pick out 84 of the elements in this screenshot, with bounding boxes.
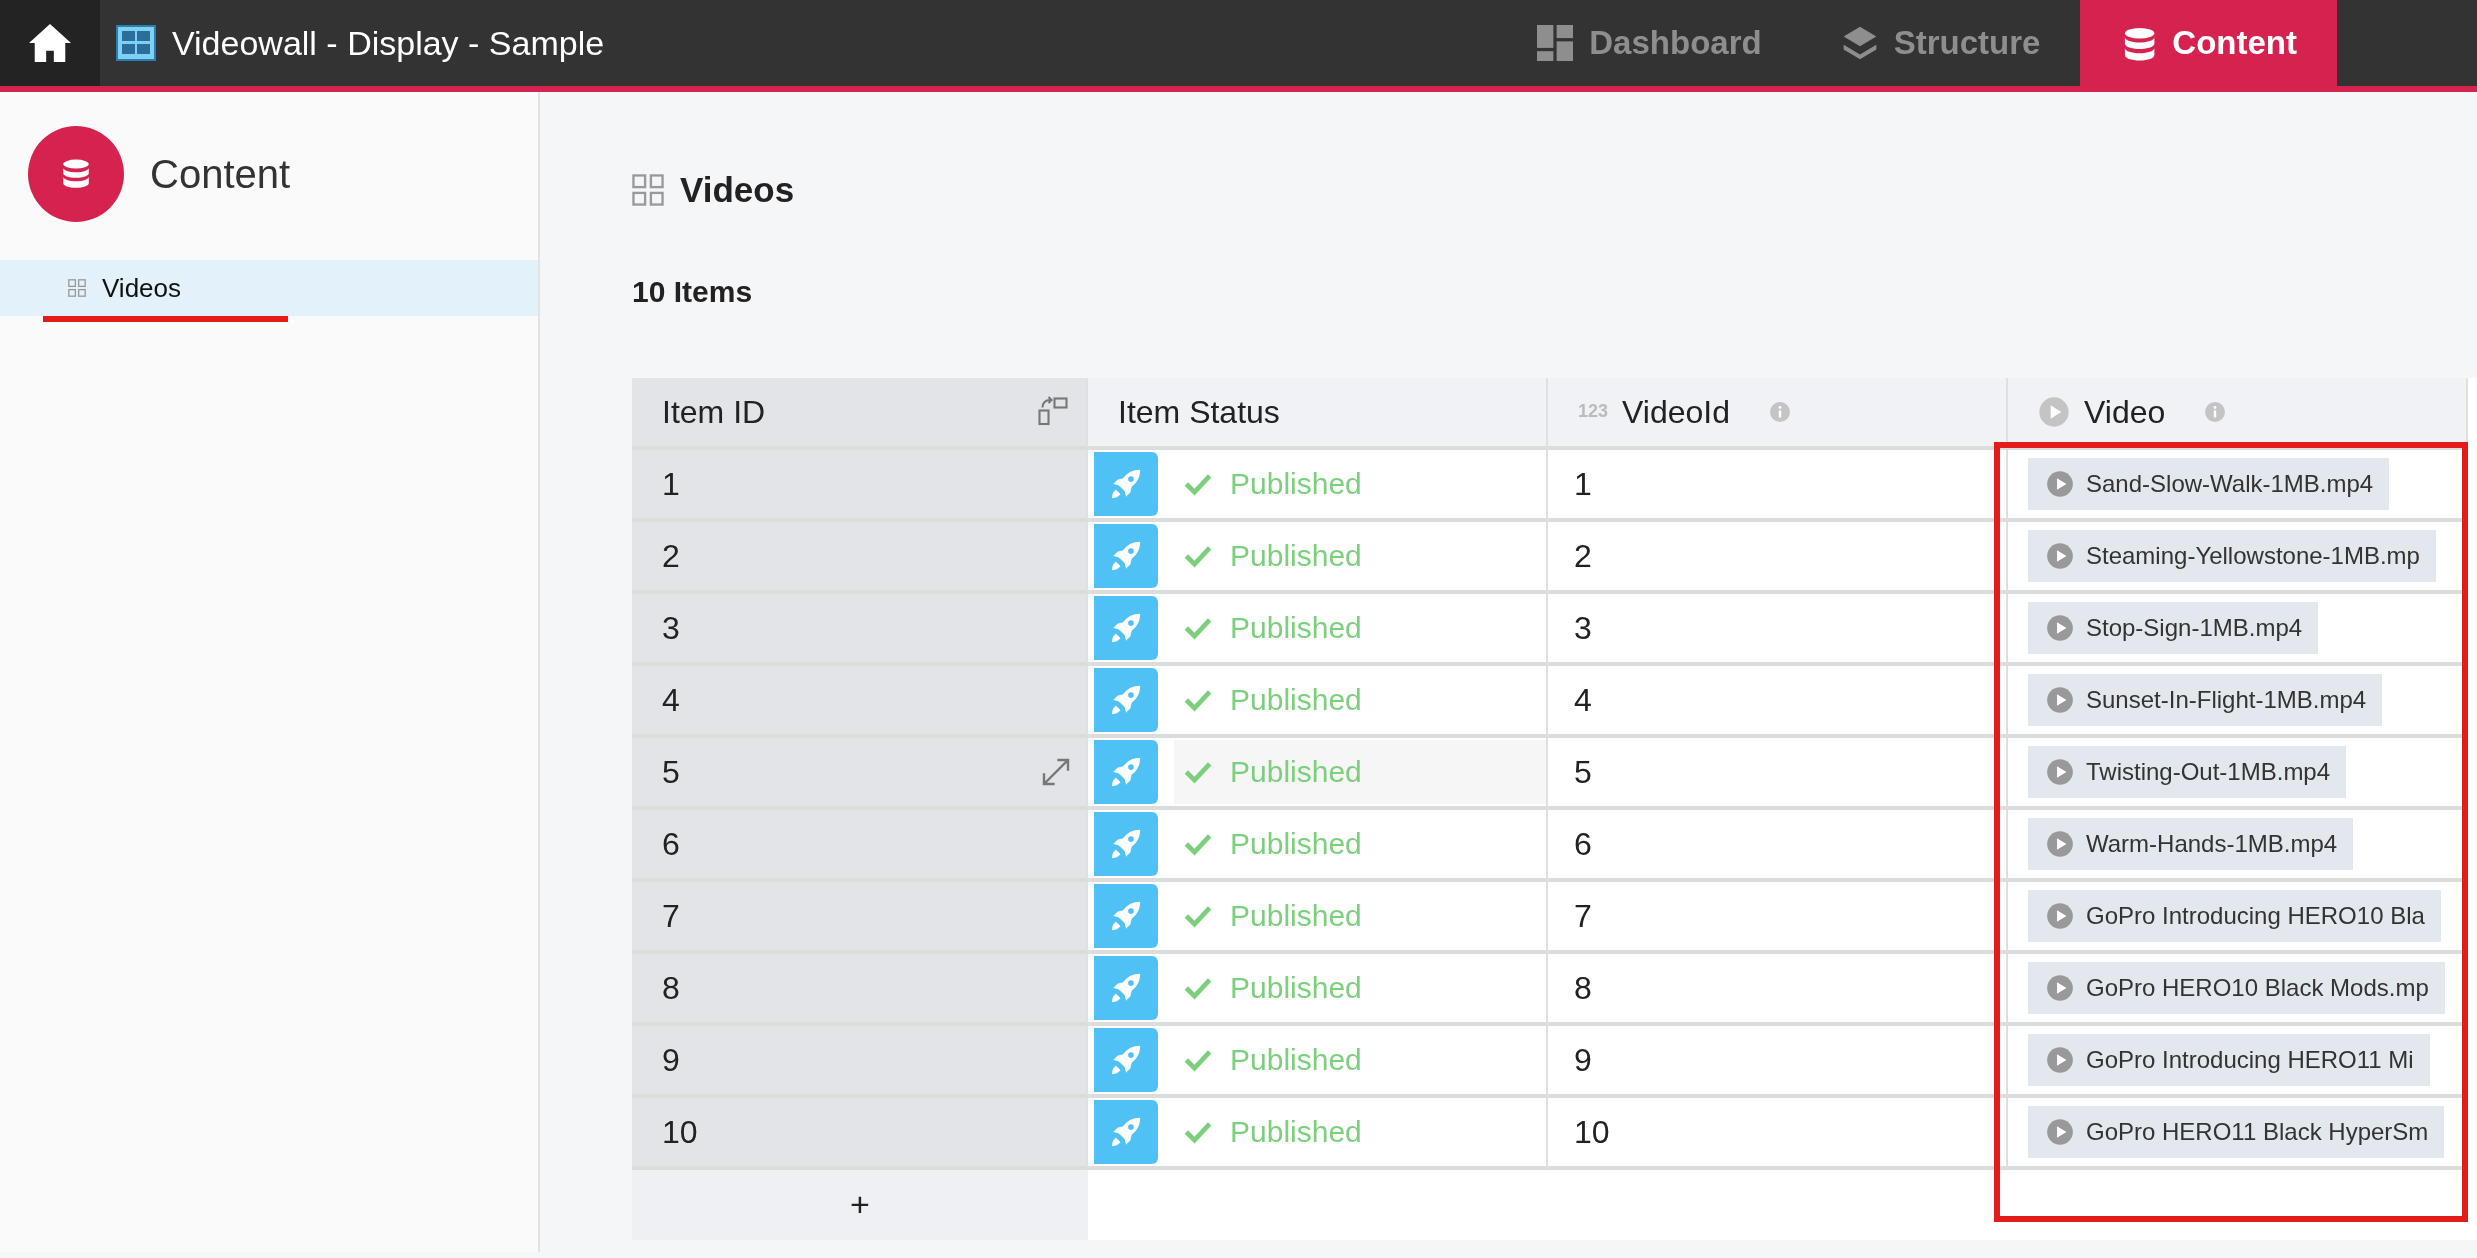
id-cell: 7 [632,881,1088,954]
publish-button[interactable] [1094,739,1158,804]
nav-tab[interactable]: Content [2080,0,2337,86]
publish-button[interactable] [1094,955,1158,1020]
video-file-chip[interactable]: GoPro Introducing HERO10 Bla [2028,889,2441,942]
column-header: Item ID [662,392,766,432]
app-title: Videowall - Display - Sample [172,22,605,64]
sidebar-title: Content [150,151,291,198]
dashboard-icon [1537,25,1574,61]
status-text: Published [1230,898,1362,934]
table-cell-text: 8 [1574,968,1592,1008]
publish-button[interactable] [1094,1027,1158,1092]
video-file-chip[interactable]: Sand-Slow-Walk-1MB.mp4 [2028,457,2390,510]
status-text: Published [1230,754,1362,790]
publish-button[interactable] [1094,667,1158,732]
publish-button[interactable] [1094,1099,1158,1164]
info-icon [2205,401,2226,422]
play-icon [2046,829,2074,858]
play-icon [2046,1117,2074,1146]
column-header: Item Status [1118,392,1280,432]
id-cell: 3 [632,593,1088,666]
play-circle-icon [2038,395,2070,428]
table-cell-text: 2 [1574,536,1592,576]
play-icon [2046,541,2074,570]
video-file-chip[interactable]: GoPro HERO11 Black HyperSm [2028,1105,2445,1158]
table-cell-text: 1 [1574,464,1592,504]
status-text: Published [1230,826,1362,862]
video-file-chip[interactable]: GoPro Introducing HERO11 Mi [2028,1033,2430,1086]
play-icon [2046,469,2074,498]
table-cell-text: 4 [1574,680,1592,720]
layers-icon [1841,25,1878,61]
number-type-label: 123 [1578,400,1609,423]
id-cell: 10 [632,1097,1088,1170]
table-cell-text: 6 [1574,824,1592,864]
status-text: Published [1230,538,1362,574]
publish-button[interactable] [1094,811,1158,876]
status-text: Published [1230,610,1362,646]
play-icon [2046,613,2074,642]
table-cell-text: 3 [1574,608,1592,648]
play-icon [2046,685,2074,714]
column-header: VideoId [1622,392,1730,432]
play-icon [2046,901,2074,930]
video-file-chip[interactable]: GoPro HERO10 Black Mods.mp [2028,961,2445,1014]
item-count: 10 Items [632,273,754,310]
nav-tab[interactable]: Dashboard [1497,0,1802,86]
id-cell: 8 [632,953,1088,1026]
status-text: Published [1230,682,1362,718]
play-icon [2046,757,2074,786]
status-text: Published [1230,1114,1362,1150]
video-file-chip[interactable]: Twisting-Out-1MB.mp4 [2028,745,2347,798]
publish-button[interactable] [1094,451,1158,516]
video-file-chip[interactable]: Steaming-Yellowstone-1MB.mp [2028,529,2436,582]
id-cell: 2 [632,521,1088,594]
id-cell: 9 [632,1025,1088,1098]
grid-layout-icon [116,25,156,61]
publish-button[interactable] [1094,523,1158,588]
info-icon [1770,401,1790,422]
grid-icon [68,279,86,297]
video-file-chip[interactable]: Warm-Hands-1MB.mp4 [2028,817,2354,870]
table-cell-text: 9 [1574,1040,1592,1080]
id-cell: 1 [632,449,1088,522]
id-cell: 6 [632,809,1088,882]
nav-tab[interactable]: Structure [1801,0,2081,86]
table-cell-text: 7 [1574,896,1592,936]
publish-button[interactable] [1094,883,1158,948]
publish-button[interactable] [1094,595,1158,660]
column-header: Video [2084,392,2166,432]
video-file-chip[interactable]: Sunset-In-Flight-1MB.mp4 [2028,673,2383,726]
play-icon [2046,1045,2074,1074]
add-row-button[interactable]: + [632,1169,1088,1240]
id-cell: 5 [632,737,1088,810]
home-icon [27,22,73,64]
status-text: Published [1230,466,1362,502]
table-cell-text: 10 [1574,1112,1610,1152]
grid-icon [632,174,664,207]
id-cell: 4 [632,665,1088,738]
status-text: Published [1230,970,1362,1006]
video-file-chip[interactable]: Stop-Sign-1MB.mp4 [2028,601,2319,654]
table-cell-text: 5 [1574,752,1592,792]
status-text: Published [1230,1042,1362,1078]
play-icon [2046,973,2074,1002]
page-title: Videos [680,169,795,211]
home-button[interactable] [0,0,100,86]
sidebar-item[interactable]: Videos [0,260,538,316]
